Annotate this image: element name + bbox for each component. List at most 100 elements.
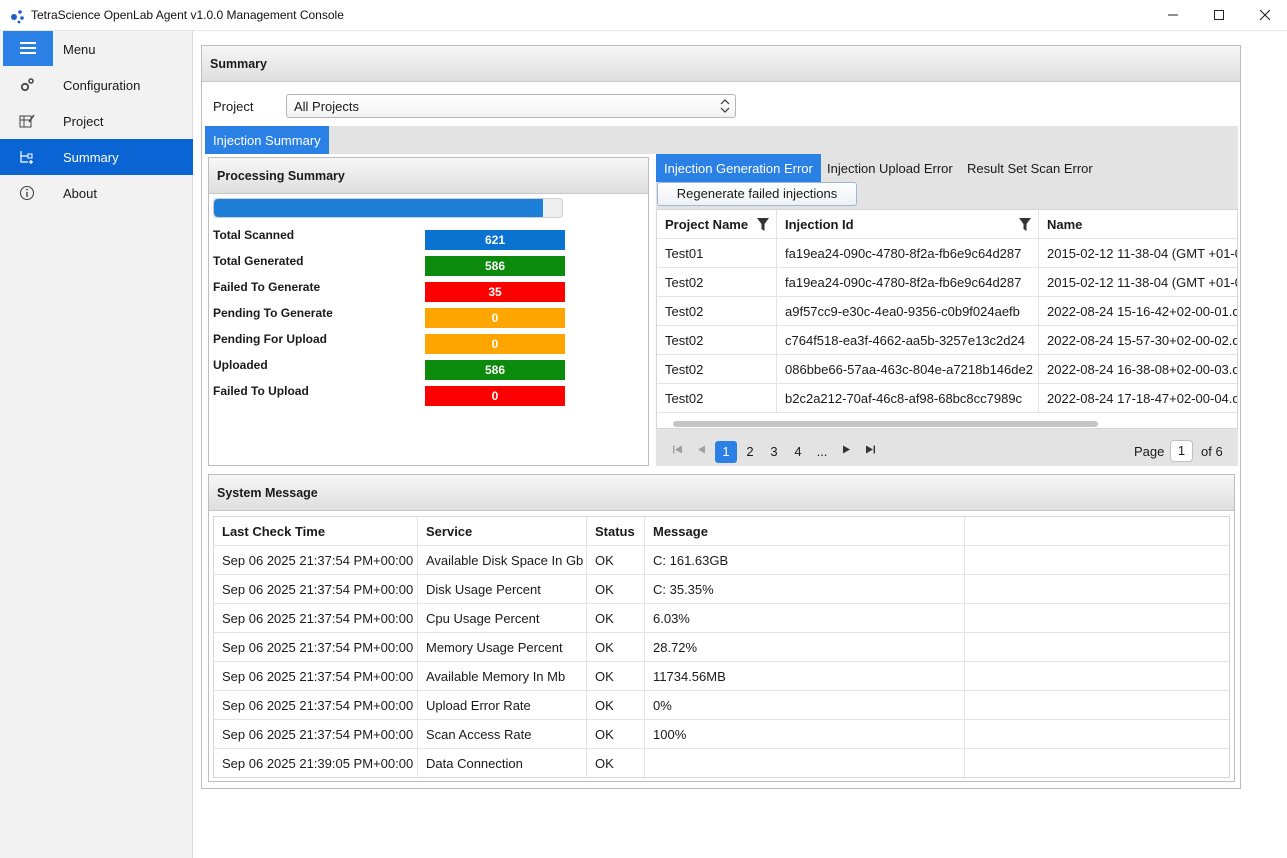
tab-injection-upload-error[interactable]: Injection Upload Error xyxy=(819,154,961,182)
maximize-button[interactable] xyxy=(1196,0,1242,30)
stat-label: Failed To Upload xyxy=(213,384,309,398)
stat-label: Pending For Upload xyxy=(213,332,327,346)
close-button[interactable] xyxy=(1242,0,1287,30)
table-cell: Test02 xyxy=(657,384,777,413)
horizontal-scrollbar[interactable] xyxy=(673,421,1098,427)
stat-value-badge: 586 xyxy=(425,256,565,276)
table-cell: 2015-02-12 11-38-04 (GMT +01-0 xyxy=(1047,246,1238,261)
table-row[interactable]: Test02 fa19ea24-090c-4780-8f2a-fb6e9c64d2… xyxy=(657,268,1237,297)
table-cell: Memory Usage Percent xyxy=(418,633,587,662)
last-page-icon xyxy=(865,445,875,454)
table-cell: Data Connection xyxy=(418,749,587,777)
maximize-icon xyxy=(1214,10,1224,20)
table-row[interactable]: Sep 06 2025 21:37:54 PM+00:00 Cpu Usage P… xyxy=(214,604,1229,633)
table-cell: b2c2a212-70af-46c8-af98-68bc8cc7989c xyxy=(777,384,1039,413)
table-row[interactable]: Test02 b2c2a212-70af-46c8-af98-68bc8cc798… xyxy=(657,384,1237,413)
table-cell xyxy=(965,691,1229,720)
pager: 1 2 3 4 ... Page 1 of 6 xyxy=(656,432,1238,466)
stat-label: Uploaded xyxy=(213,358,268,372)
last-page-button[interactable] xyxy=(859,441,881,463)
regenerate-failed-injections-button[interactable]: Regenerate failed injections xyxy=(657,182,857,206)
column-header[interactable] xyxy=(965,517,1229,546)
table-row[interactable]: Sep 06 2025 21:37:54 PM+00:00 Upload Erro… xyxy=(214,691,1229,720)
chevron-updown-icon xyxy=(720,99,730,113)
table-row[interactable]: Sep 06 2025 21:37:54 PM+00:00 Disk Usage … xyxy=(214,575,1229,604)
info-icon xyxy=(18,184,36,202)
table-cell: 100% xyxy=(645,720,965,749)
first-page-icon xyxy=(672,445,682,454)
table-cell: 28.72% xyxy=(645,633,965,662)
progress-fill xyxy=(214,199,543,217)
page-button-4[interactable]: 4 xyxy=(787,441,809,463)
sidebar-item-project[interactable]: Project xyxy=(0,103,193,139)
table-row[interactable]: Sep 06 2025 21:37:54 PM+00:00 Memory Usag… xyxy=(214,633,1229,662)
table-row[interactable]: Sep 06 2025 21:37:54 PM+00:00 Scan Access… xyxy=(214,720,1229,749)
injection-error-grid: Project Name Injection Id Name Test01 fa1… xyxy=(656,209,1238,429)
table-cell: 11734.56MB xyxy=(645,662,965,691)
table-cell: OK xyxy=(587,575,645,604)
table-row[interactable]: Test01 fa19ea24-090c-4780-8f2a-fb6e9c64d2… xyxy=(657,239,1237,268)
column-header[interactable]: Service xyxy=(418,517,587,546)
table-cell: OK xyxy=(587,546,645,575)
sidebar-item-summary[interactable]: Summary xyxy=(0,139,193,175)
table-cell: Disk Usage Percent xyxy=(418,575,587,604)
column-header-injection-id[interactable]: Injection Id xyxy=(777,210,1039,239)
table-row[interactable]: Test02 c764f518-ea3f-4662-aa5b-3257e13c2d… xyxy=(657,326,1237,355)
table-row[interactable]: Sep 06 2025 21:37:54 PM+00:00 Available M… xyxy=(214,662,1229,691)
sidebar-item-menu[interactable]: Menu xyxy=(0,31,193,67)
next-page-icon xyxy=(842,445,850,454)
page-button-1[interactable]: 1 xyxy=(715,441,737,463)
table-cell: Available Disk Space In Gb xyxy=(418,546,587,575)
column-header[interactable]: Last Check Time xyxy=(214,517,418,546)
sidebar-item-label: About xyxy=(63,186,97,201)
page-button-3[interactable]: 3 xyxy=(763,441,785,463)
table-cell: Upload Error Rate xyxy=(418,691,587,720)
sidebar-item-configuration[interactable]: Configuration xyxy=(0,67,193,103)
summary-tabstrip: Injection Summary xyxy=(205,126,1238,154)
table-cell: Sep 06 2025 21:37:54 PM+00:00 xyxy=(214,662,418,691)
error-tabstrip: Injection Generation Error Injection Upl… xyxy=(656,154,1238,182)
table-cell: Test02 xyxy=(657,297,777,326)
table-cell xyxy=(965,720,1229,749)
page-button-2[interactable]: 2 xyxy=(739,441,761,463)
page-number-input[interactable]: 1 xyxy=(1170,440,1193,462)
project-label: Project xyxy=(213,99,254,114)
tab-result-set-scan-error[interactable]: Result Set Scan Error xyxy=(959,154,1101,182)
title-bar: TetraScience OpenLab Agent v1.0.0 Manage… xyxy=(0,0,1287,31)
sidebar-item-about[interactable]: About xyxy=(0,175,193,211)
stat-label: Pending To Generate xyxy=(213,306,333,320)
table-cell: C: 161.63GB xyxy=(645,546,965,575)
stat-label: Total Scanned xyxy=(213,228,295,242)
tab-injection-generation-error[interactable]: Injection Generation Error xyxy=(656,154,821,182)
system-message-panel: System Message Last Check Time Service Sta… xyxy=(208,474,1235,782)
processing-progress-bar xyxy=(213,198,563,218)
table-cell: OK xyxy=(587,662,645,691)
column-header-project-name[interactable]: Project Name xyxy=(657,210,777,239)
table-cell: 2015-02-12 11-38-04 (GMT +01-0 xyxy=(1047,275,1238,290)
table-cell xyxy=(965,749,1229,777)
menu-button[interactable] xyxy=(3,31,53,66)
table-row[interactable]: Test02 a9f57cc9-e30c-4ea0-9356-c0b9f024ae… xyxy=(657,297,1237,326)
table-row[interactable]: Sep 06 2025 21:39:05 PM+00:00 Data Connec… xyxy=(214,749,1229,777)
column-header[interactable]: Status xyxy=(587,517,645,546)
summary-panel: Summary Project All Projects Injection S… xyxy=(201,45,1241,789)
project-select[interactable]: All Projects xyxy=(286,94,736,118)
stat-value-badge: 35 xyxy=(425,282,565,302)
tab-injection-summary[interactable]: Injection Summary xyxy=(205,126,329,154)
first-page-button[interactable] xyxy=(666,441,688,463)
table-cell: 2022-08-24 15-57-30+02-00-02.d xyxy=(1047,333,1238,348)
column-header[interactable]: Message xyxy=(645,517,965,546)
column-header-name[interactable]: Name xyxy=(1039,210,1237,239)
table-cell: Sep 06 2025 21:37:54 PM+00:00 xyxy=(214,575,418,604)
minimize-button[interactable] xyxy=(1150,0,1196,30)
prev-page-button[interactable] xyxy=(690,441,712,463)
table-row[interactable]: Sep 06 2025 21:37:54 PM+00:00 Available D… xyxy=(214,546,1229,575)
table-cell: OK xyxy=(587,604,645,633)
filter-icon[interactable] xyxy=(757,218,769,231)
table-row[interactable]: Test02 086bbe66-57aa-463c-804e-a7218b146d… xyxy=(657,355,1237,384)
filter-icon[interactable] xyxy=(1019,218,1031,231)
page-button-more[interactable]: ... xyxy=(811,441,833,463)
next-page-button[interactable] xyxy=(835,441,857,463)
table-cell: 0% xyxy=(645,691,965,720)
sidebar-item-label: Summary xyxy=(63,150,119,165)
